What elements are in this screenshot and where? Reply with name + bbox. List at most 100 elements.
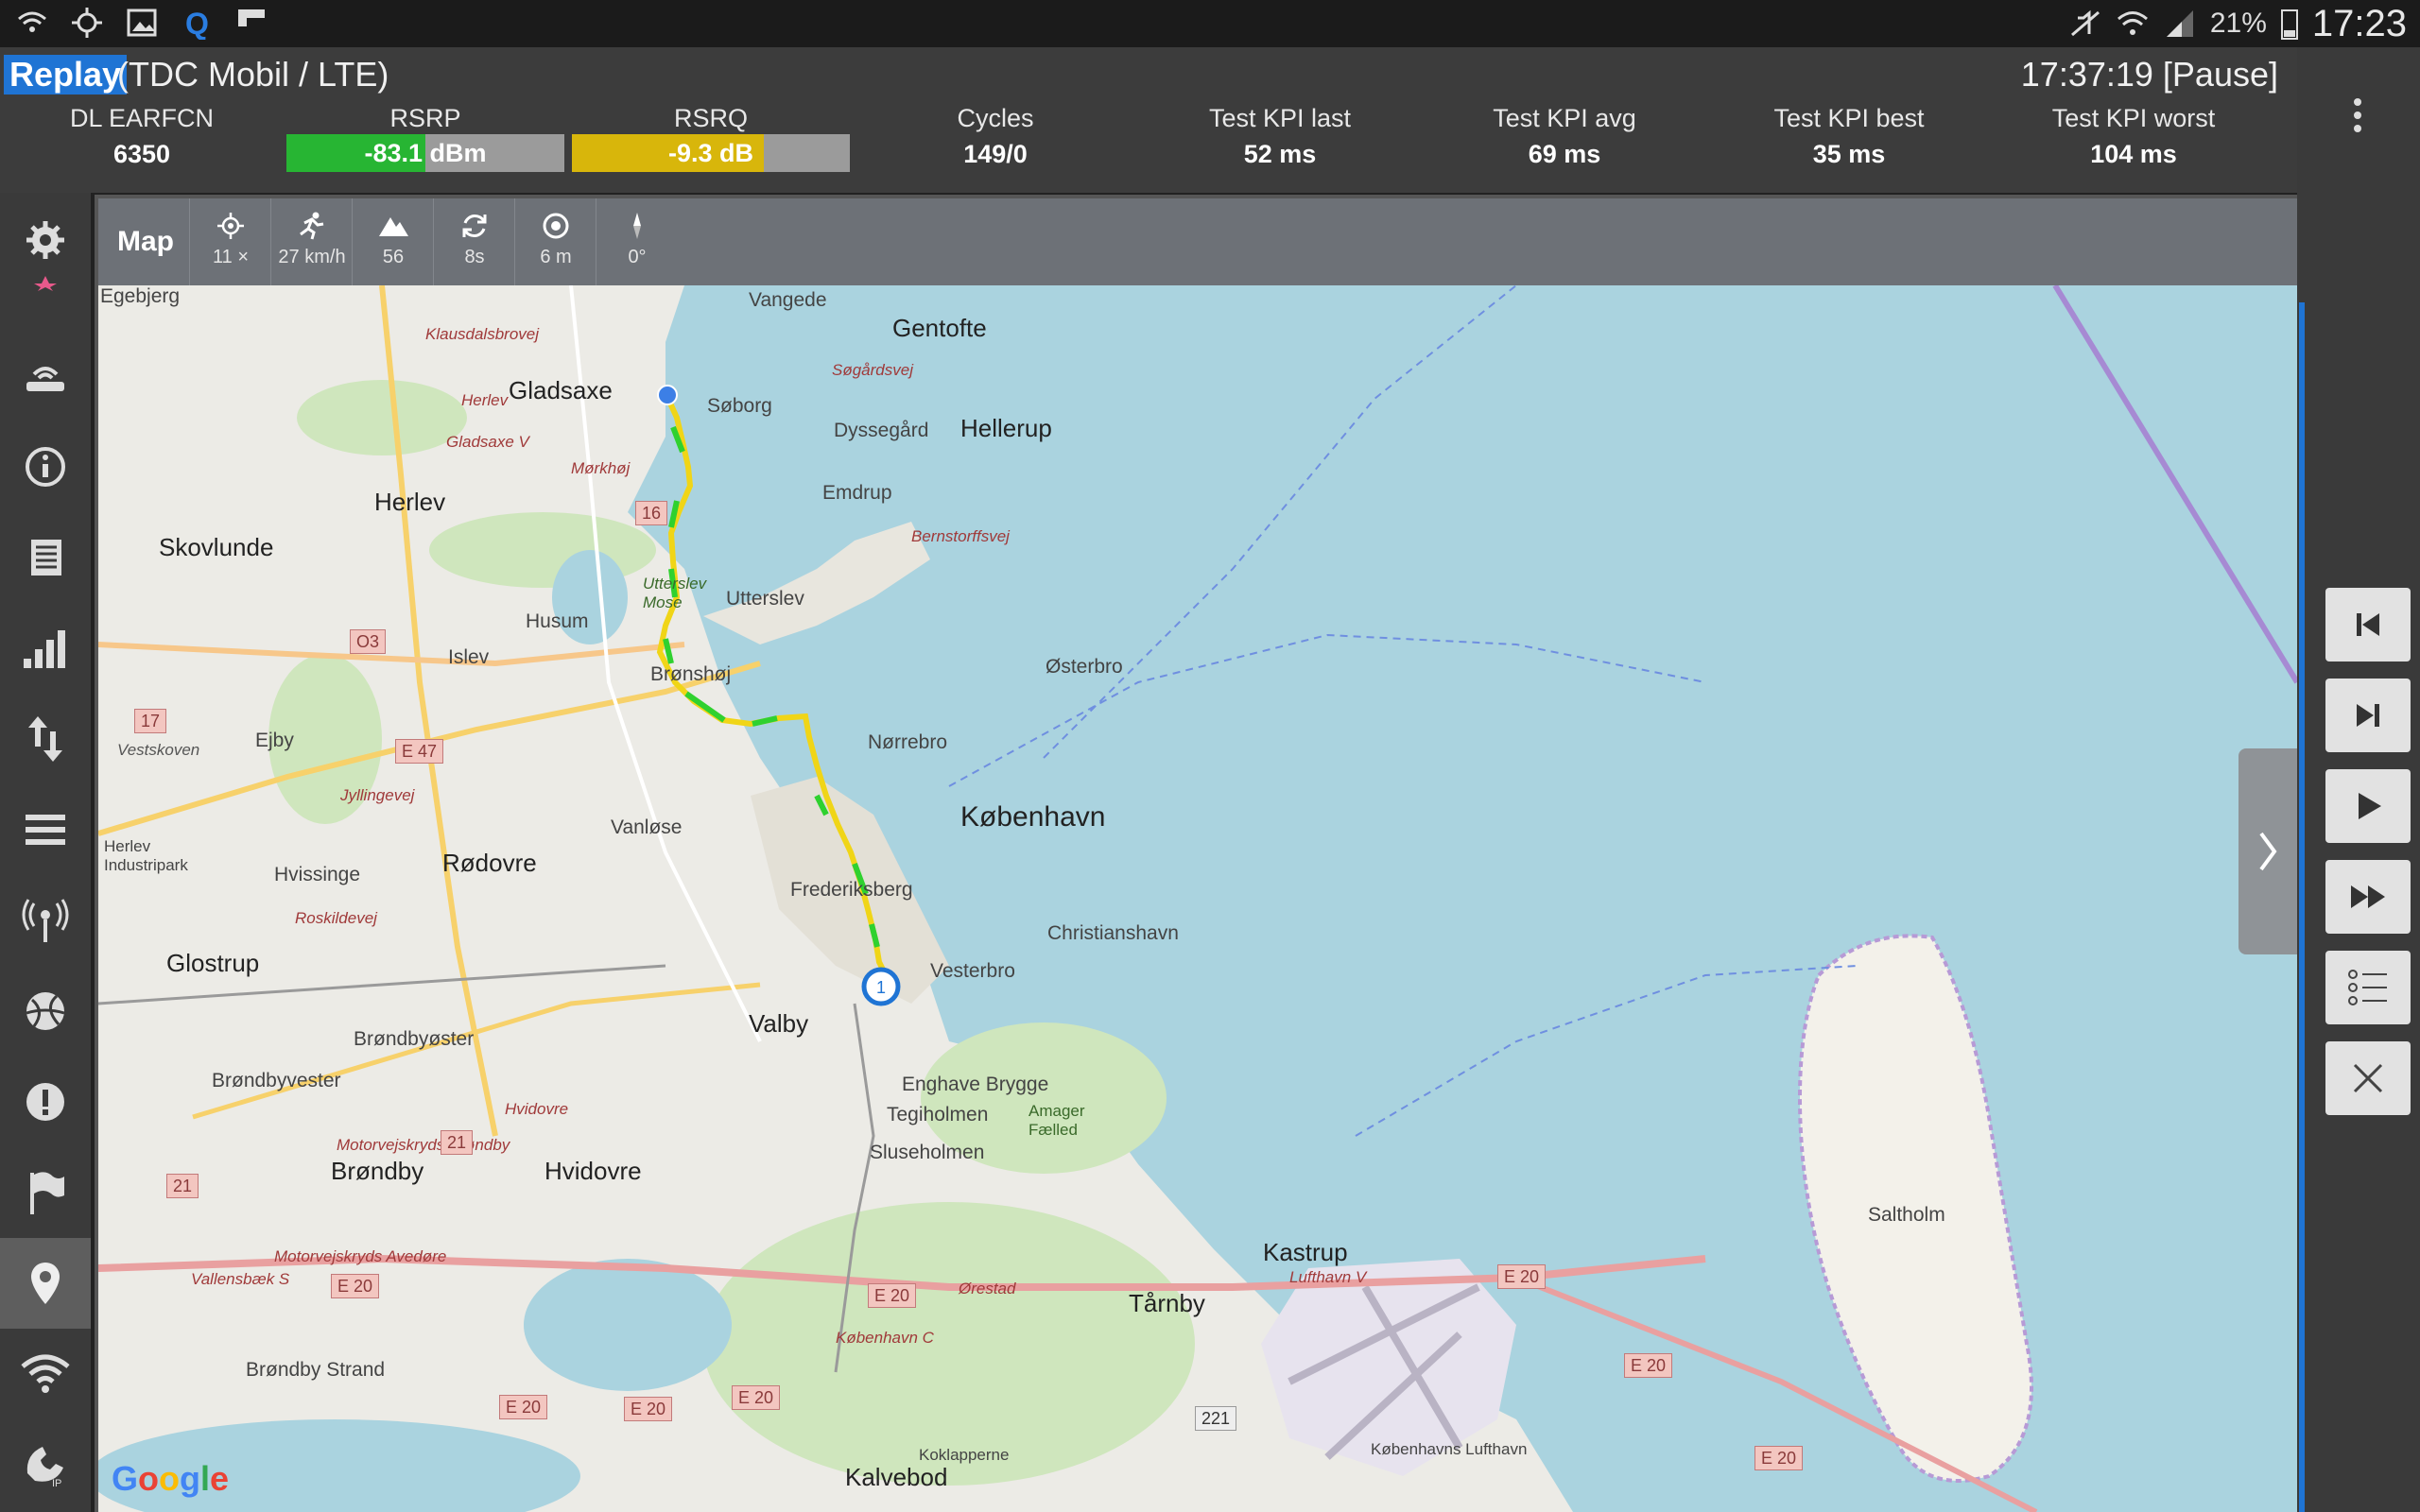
- place-label: Københavns Lufthavn: [1371, 1440, 1528, 1458]
- road-label: Roskildevej: [295, 909, 377, 927]
- compass-needle-icon: [633, 213, 641, 239]
- sidebar-item-wifi[interactable]: [0, 1329, 91, 1419]
- kpi-value: 149/0: [963, 140, 1028, 168]
- sidebar-item-alert[interactable]: [0, 1057, 91, 1147]
- road-shield: E 20: [868, 1283, 917, 1308]
- refresh-tool[interactable]: 8s: [433, 198, 515, 285]
- place-label: Kalvebod: [845, 1463, 948, 1491]
- sidebar-item-router[interactable]: [0, 331, 91, 421]
- left-sidebar: IP: [0, 193, 91, 1512]
- speed-tool[interactable]: 27 km/h: [270, 198, 353, 285]
- svg-text:IP: IP: [52, 1478, 61, 1488]
- overflow-menu-icon[interactable]: [2348, 98, 2367, 144]
- skip-next-button[interactable]: [2325, 679, 2411, 752]
- sidebar-item-antenna[interactable]: [0, 875, 91, 966]
- zoom-tool[interactable]: 11 ×: [189, 198, 271, 285]
- status-bar: Q 21% 17:23: [0, 0, 2420, 47]
- checklist-button[interactable]: [2325, 951, 2411, 1024]
- road-shield: O3: [350, 629, 387, 654]
- map-view[interactable]: 1 Egebjerg Vangede Gentofte Gladsaxe Søb…: [98, 285, 2297, 1512]
- place-label: Tegiholmen: [887, 1104, 989, 1125]
- sidebar-item-signal[interactable]: [0, 603, 91, 694]
- place-label: Vesterbro: [930, 960, 1015, 982]
- road-shield: E 20: [732, 1385, 781, 1410]
- tool-value: 27 km/h: [278, 247, 346, 267]
- road-label: Vallensbæk S: [191, 1270, 290, 1288]
- place-label: Brøndby: [331, 1157, 424, 1185]
- kpi-label: Test KPI worst: [2051, 104, 2216, 132]
- road-label: Mørkhøj: [571, 459, 631, 477]
- road-label: Lufthavn V: [1289, 1268, 1367, 1286]
- kpi-label: Test KPI avg: [1493, 104, 1636, 132]
- lake: [524, 1259, 732, 1391]
- road-label: Søgårdsvej: [832, 361, 913, 379]
- mute-icon: [2070, 9, 2100, 37]
- sidebar-item-transfer[interactable]: [0, 694, 91, 784]
- kpi-value: 6350: [112, 140, 171, 168]
- road-shield: E 20: [331, 1274, 380, 1298]
- battery-icon: [2280, 9, 2298, 40]
- kpi-label: Cycles: [957, 104, 1034, 132]
- signal-icon: [2166, 10, 2193, 37]
- transfer-icon: [28, 716, 62, 762]
- road-label: Jyllingevej: [340, 786, 415, 804]
- kpi-label: RSRP: [389, 104, 461, 132]
- sidebar-item-map[interactable]: [0, 1238, 91, 1329]
- close-button[interactable]: [2325, 1041, 2411, 1115]
- replay-mode-badge[interactable]: Replay: [4, 55, 128, 94]
- place-label: Brøndby Strand: [246, 1359, 386, 1381]
- place-label: Brønshøj: [650, 663, 732, 685]
- tool-value: 6 m: [540, 247, 572, 267]
- settings-icon: [26, 221, 64, 259]
- gps-icon: [72, 8, 102, 38]
- sidebar-item-list[interactable]: [0, 784, 91, 875]
- info-icon: [26, 447, 65, 487]
- map-toolbar: Map 11 × 27 km/h 56 8s 6 m 0°: [98, 198, 2297, 285]
- scroll-indicator[interactable]: [2299, 302, 2305, 1512]
- road-label: Gladsaxe V: [446, 433, 529, 451]
- close-icon: [2353, 1063, 2383, 1093]
- expand-panel-tab[interactable]: [2238, 748, 2297, 954]
- heading-tool[interactable]: 0°: [596, 198, 678, 285]
- wifi-call-icon: [18, 11, 46, 32]
- sidebar-item-settings[interactable]: [0, 195, 91, 285]
- tool-value: 11 ×: [213, 247, 249, 267]
- road-shield: 21: [166, 1174, 199, 1198]
- place-label: Skovlunde: [159, 533, 274, 561]
- svg-text:Q: Q: [185, 7, 209, 40]
- router-icon: [26, 367, 64, 391]
- gallery-icon: [127, 9, 157, 37]
- chevron-right-icon: [2259, 832, 2277, 871]
- map-title: Map: [117, 226, 174, 257]
- place-label: Frederiksberg: [790, 879, 913, 901]
- sports-ball-icon: [26, 992, 65, 1030]
- fast-forward-button[interactable]: [2325, 860, 2411, 934]
- place-label: Herlev Industripark: [104, 837, 188, 874]
- list-checklist-icon: [2348, 970, 2387, 1005]
- map-canvas: 1: [98, 285, 2297, 1512]
- flipboard-icon: [238, 9, 265, 26]
- fast-forward-icon: [2351, 885, 2385, 908]
- tool-value: 56: [382, 247, 405, 267]
- place-label: Brøndbyvester: [212, 1070, 341, 1091]
- kpi-label: Test KPI best: [1773, 104, 1925, 132]
- rsrp-bar: -83.1 dBm: [286, 134, 564, 172]
- place-label: Herlev: [374, 488, 446, 516]
- kpi-label: Test KPI last: [1208, 104, 1352, 132]
- google-attribution[interactable]: Google: [112, 1459, 229, 1499]
- accuracy-tool[interactable]: 6 m: [514, 198, 596, 285]
- kpi-value: 52 ms: [1243, 140, 1317, 168]
- flag-icon: [30, 1172, 64, 1214]
- rsrp-value: -83.1 dBm: [364, 139, 487, 167]
- skip-previous-button[interactable]: [2325, 588, 2411, 662]
- play-button[interactable]: [2325, 769, 2411, 843]
- sidebar-item-info[interactable]: [0, 421, 91, 512]
- altitude-tool[interactable]: 56: [352, 198, 434, 285]
- sidebar-item-phone-ip[interactable]: IP: [0, 1419, 91, 1510]
- sidebar-item-document[interactable]: [0, 512, 91, 603]
- place-label: Christianshavn: [1047, 922, 1179, 944]
- kpi-test-best: Test KPI best 35 ms: [1707, 102, 1991, 170]
- sidebar-item-sports[interactable]: [0, 966, 91, 1057]
- road-shield: 21: [441, 1130, 474, 1155]
- sidebar-item-flag[interactable]: [0, 1147, 91, 1238]
